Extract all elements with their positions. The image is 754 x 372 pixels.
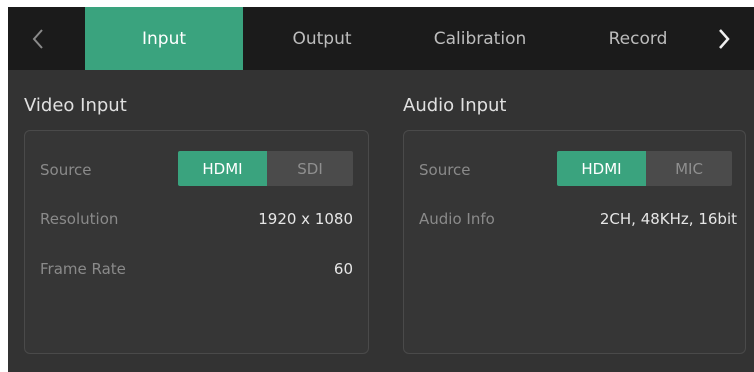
tab-record-label: Record — [608, 28, 668, 49]
video-input-panel: Source HDMI SDI Resolution 1920 x 1080 F… — [24, 130, 369, 354]
tab-calibration[interactable]: Calibration — [401, 7, 559, 70]
next-tab-button[interactable] — [694, 7, 754, 70]
chevron-left-icon — [32, 28, 43, 49]
tab-input-label: Input — [141, 28, 187, 49]
resolution-label: Resolution — [40, 210, 119, 228]
frame-rate-value: 60 — [333, 260, 353, 278]
video-source-hdmi-button[interactable]: HDMI — [178, 151, 267, 186]
settings-screen: Input Output Calibration Record Video In… — [8, 7, 754, 372]
audio-source-mic-button[interactable]: MIC — [646, 151, 732, 186]
tab-output[interactable]: Output — [243, 7, 401, 70]
video-input-title: Video Input — [24, 95, 127, 116]
video-source-toggle: HDMI SDI — [178, 151, 353, 186]
tab-output-label: Output — [292, 28, 352, 49]
audio-input-title: Audio Input — [403, 95, 507, 116]
audio-info-label: Audio Info — [419, 210, 495, 228]
frame-rate-label: Frame Rate — [40, 260, 126, 278]
audio-input-panel: Source HDMI MIC Audio Info 2CH, 48KHz, 1… — [403, 130, 746, 354]
resolution-value: 1920 x 1080 — [258, 210, 353, 228]
tab-input[interactable]: Input — [85, 7, 243, 70]
chevron-right-icon — [719, 28, 730, 49]
video-source-label: Source — [40, 161, 92, 179]
video-source-sdi-button[interactable]: SDI — [267, 151, 353, 186]
audio-source-label: Source — [419, 161, 471, 179]
audio-source-hdmi-button[interactable]: HDMI — [557, 151, 646, 186]
audio-source-toggle: HDMI MIC — [557, 151, 732, 186]
prev-tab-button[interactable] — [8, 7, 68, 70]
audio-info-value: 2CH, 48KHz, 16bit — [599, 210, 737, 228]
tab-calibration-label: Calibration — [433, 28, 527, 49]
tab-bar: Input Output Calibration Record — [8, 7, 754, 70]
